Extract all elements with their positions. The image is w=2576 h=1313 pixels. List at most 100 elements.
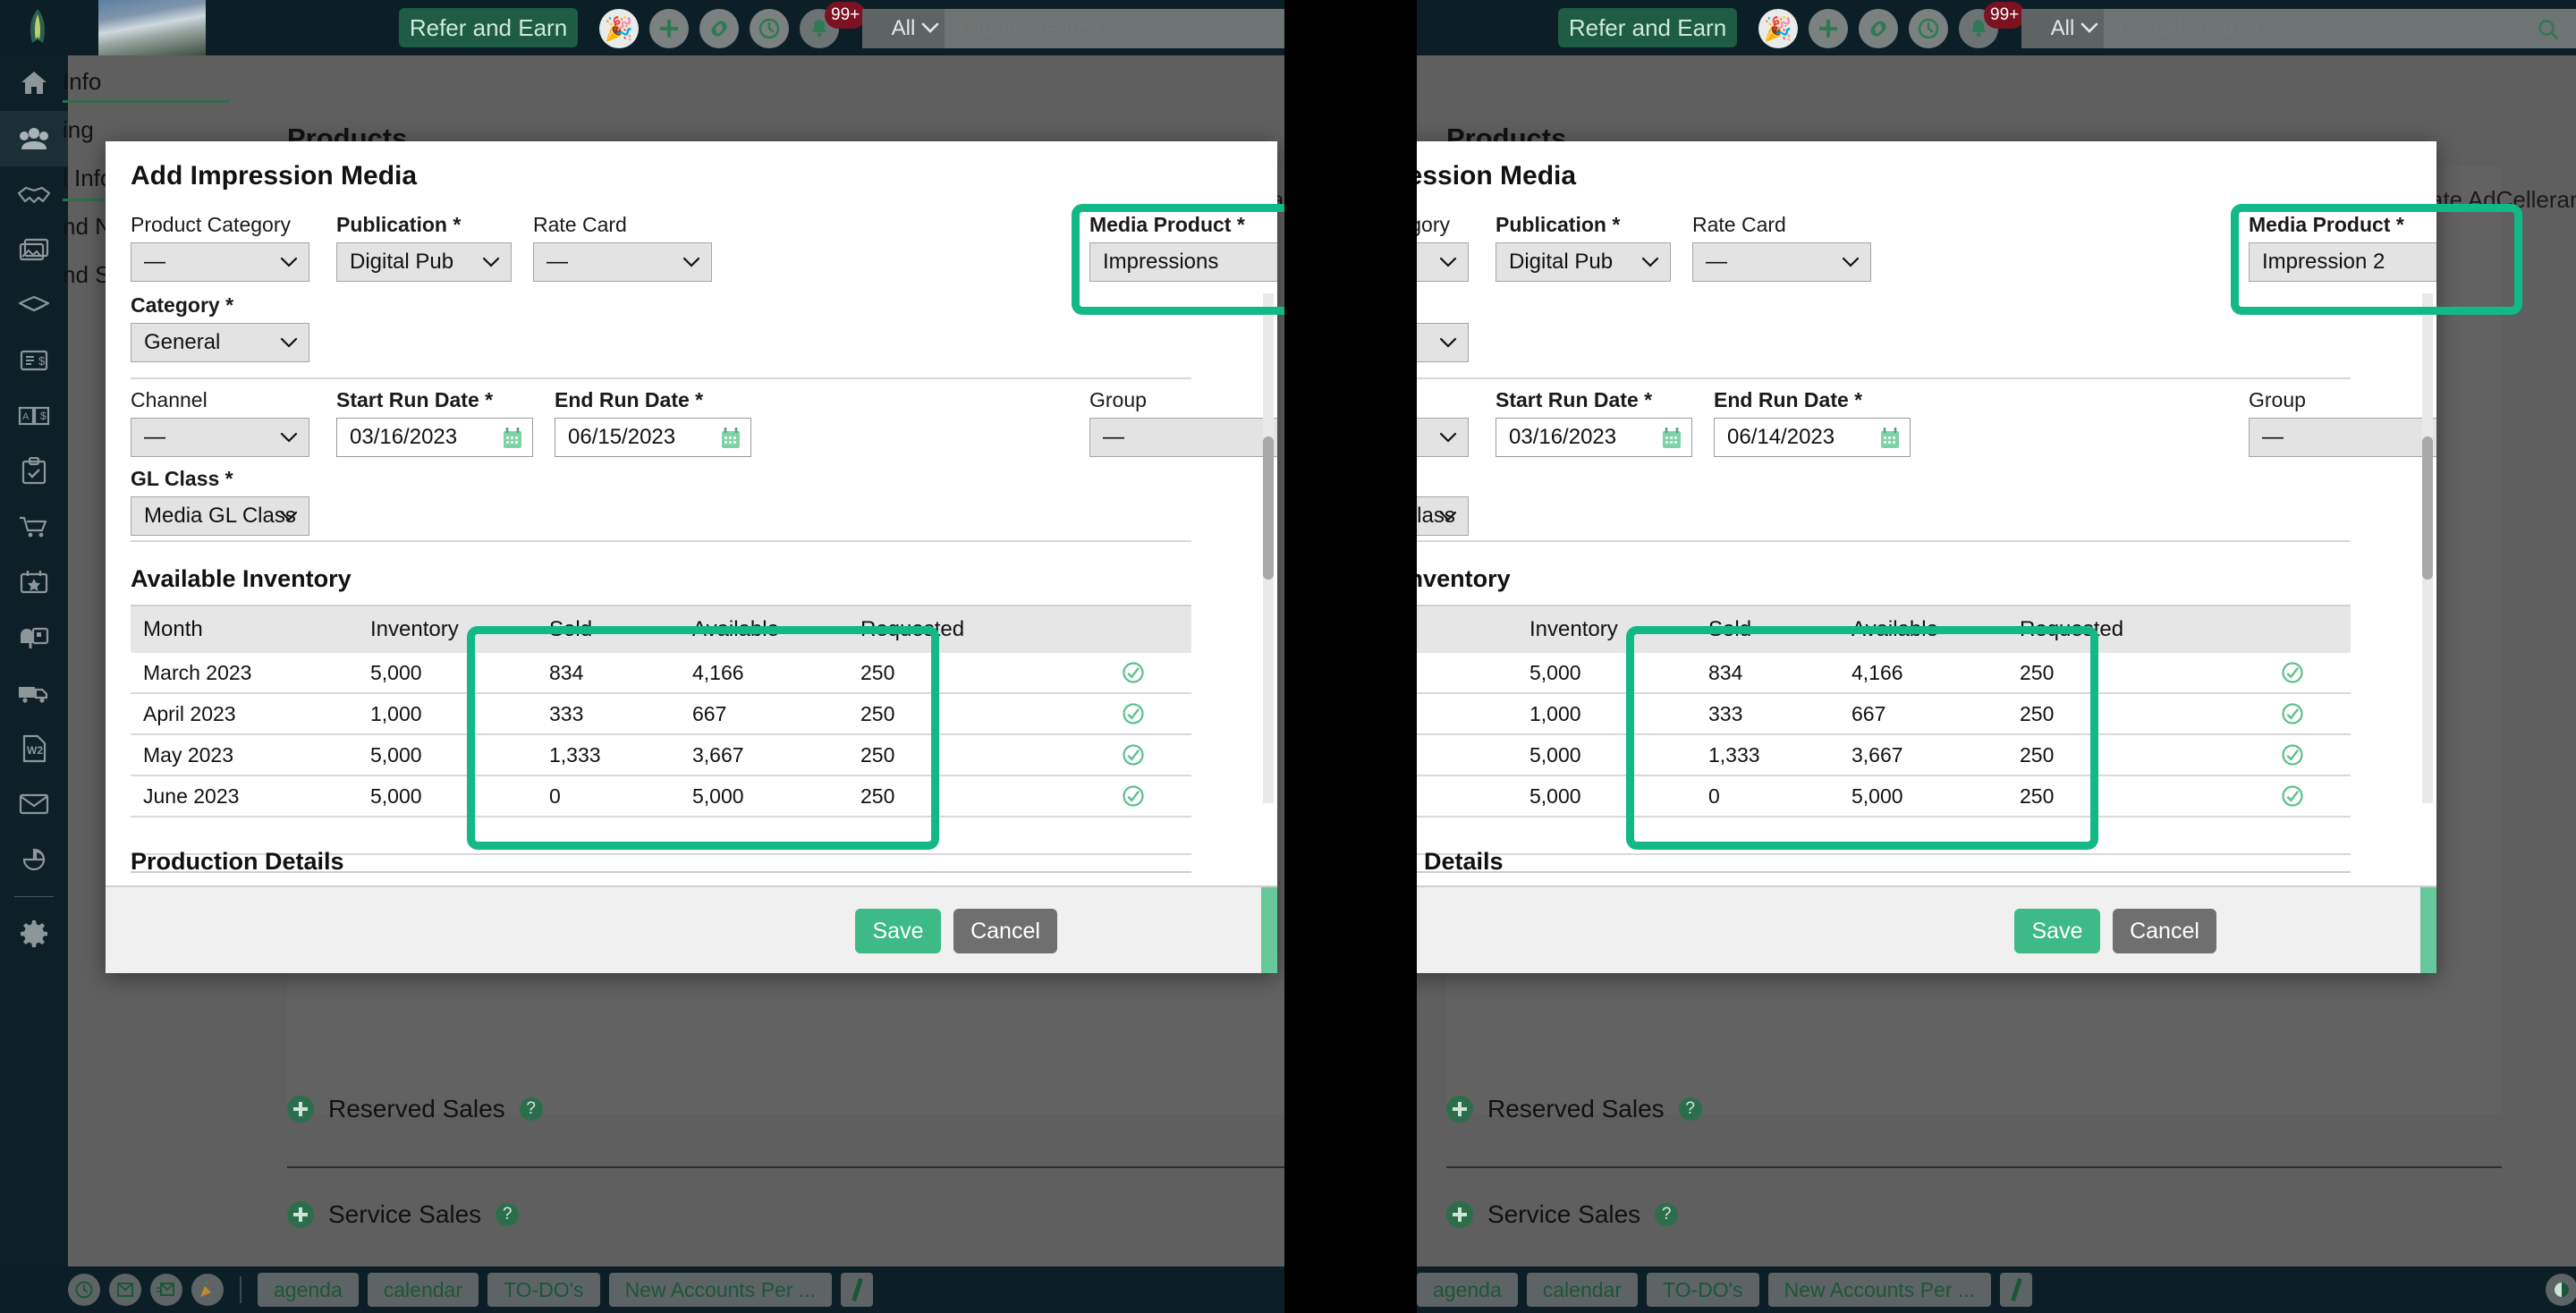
cell-requested[interactable]: 250 <box>2012 702 2281 726</box>
plus-circle-icon[interactable] <box>649 9 689 48</box>
sidebar-item-events[interactable] <box>0 555 68 610</box>
party-icon[interactable] <box>191 1274 224 1306</box>
cell-requested[interactable]: 250 <box>2012 784 2281 809</box>
taskbar-button-todos[interactable]: TO-DO's <box>1646 1273 1759 1307</box>
check-circle-icon[interactable] <box>1122 784 1184 808</box>
group-select[interactable]: — <box>1089 418 1277 457</box>
publication-select[interactable]: Digital Pub <box>336 242 512 282</box>
save-button[interactable]: Save <box>2014 909 2100 953</box>
sidebar-item-deals[interactable] <box>0 166 68 222</box>
taskbar-button-new-accounts[interactable]: New Accounts Per ... <box>608 1273 833 1307</box>
help-icon[interactable]: ? <box>519 1097 543 1121</box>
party-popper-icon[interactable]: 🎉 <box>599 9 639 48</box>
sidebar-item-reports[interactable] <box>0 832 68 887</box>
cell-requested[interactable]: 250 <box>853 702 1122 726</box>
calendar-icon[interactable] <box>1879 427 1901 450</box>
tab-ing[interactable]: ing <box>63 116 94 144</box>
save-button[interactable]: Save <box>855 909 941 953</box>
sidebar-item-tasks[interactable] <box>0 444 68 499</box>
media-product-select[interactable]: Impressions <box>1089 242 1277 282</box>
party-popper-icon[interactable]: 🎉 <box>1758 9 1798 48</box>
cell-requested[interactable]: 250 <box>853 743 1122 767</box>
pencil-slash-icon[interactable] <box>841 1273 874 1307</box>
help-icon[interactable]: ? <box>1655 1203 1679 1226</box>
cell-requested[interactable]: 250 <box>2012 661 2281 685</box>
rate-card-select[interactable]: — <box>1692 242 1871 282</box>
calendar-icon[interactable] <box>502 427 523 450</box>
reserved-sales-section[interactable]: Reserved Sales ? <box>287 1095 543 1123</box>
dialog-scrollbar-thumb[interactable] <box>2422 436 2433 580</box>
sidebar-item-media[interactable] <box>0 222 68 277</box>
sidebar-item-ledger[interactable]: A $ <box>0 388 68 444</box>
cancel-button[interactable]: Cancel <box>2113 909 2216 953</box>
rate-card-select[interactable]: — <box>533 242 712 282</box>
cancel-button[interactable]: Cancel <box>953 909 1057 953</box>
dialog-scrollbar-track[interactable] <box>2422 293 2433 803</box>
sidebar-item-shipping[interactable] <box>0 665 68 721</box>
taskbar-button-calendar[interactable]: calendar <box>367 1273 479 1307</box>
search-icon[interactable] <box>2537 18 2560 41</box>
reserved-sales-section[interactable]: Reserved Sales ? <box>1446 1095 1702 1123</box>
check-circle-icon[interactable] <box>2281 661 2343 684</box>
service-sales-section[interactable]: Service Sales ? <box>287 1200 520 1229</box>
sidebar-item-tickets[interactable] <box>0 277 68 333</box>
outbox-icon[interactable] <box>150 1274 182 1306</box>
notification-count-badge[interactable]: 99+ <box>825 2 867 29</box>
check-circle-icon[interactable] <box>1122 743 1184 767</box>
cell-requested[interactable]: 250 <box>2012 743 2281 767</box>
clock-icon[interactable] <box>68 1274 100 1306</box>
tab-info[interactable]: Info <box>63 68 101 96</box>
check-circle-icon[interactable] <box>2281 702 2343 725</box>
toggle-icon[interactable] <box>2546 1274 2576 1306</box>
start-run-date-input[interactable]: 03/16/2023 <box>336 418 533 457</box>
search-scope-select[interactable]: All <box>2021 9 2104 48</box>
search-input[interactable] <box>959 9 1284 48</box>
sidebar-item-settings[interactable] <box>0 906 68 961</box>
taskbar-button-agenda[interactable]: agenda <box>1417 1273 1518 1307</box>
publication-select[interactable]: Digital Pub <box>1496 242 1671 282</box>
check-circle-icon[interactable] <box>1122 702 1184 725</box>
sidebar-item-mailbox[interactable] <box>0 610 68 665</box>
gl-class-select[interactable]: Media GL Class <box>1417 496 1469 536</box>
product-category-select[interactable]: — <box>1417 242 1469 282</box>
sidebar-item-home[interactable] <box>0 55 68 111</box>
media-product-select[interactable]: Impression 2 <box>2249 242 2436 282</box>
group-select[interactable]: — <box>2249 418 2436 457</box>
end-run-date-input[interactable]: 06/14/2023 <box>1714 418 1911 457</box>
dialog-scrollbar-track[interactable] <box>1263 293 1274 803</box>
category-select[interactable]: General <box>131 323 309 362</box>
refer-and-earn-button[interactable]: Refer and Earn <box>399 8 578 47</box>
service-sales-section[interactable]: Service Sales ? <box>1446 1200 1679 1229</box>
check-circle-icon[interactable] <box>1122 661 1184 684</box>
clock-circle-icon[interactable] <box>750 9 789 48</box>
check-circle-icon[interactable] <box>2281 784 2343 808</box>
search-scope-select[interactable]: All <box>862 9 945 48</box>
dialog-scrollbar-thumb[interactable] <box>1263 436 1274 580</box>
taskbar-button-calendar[interactable]: calendar <box>1526 1273 1638 1307</box>
sidebar-item-orders[interactable] <box>0 499 68 555</box>
link-circle-icon[interactable] <box>699 9 739 48</box>
end-run-date-input[interactable]: 06/15/2023 <box>555 418 751 457</box>
help-icon[interactable]: ? <box>1678 1097 1702 1121</box>
channel-select[interactable]: — <box>131 418 309 457</box>
cell-requested[interactable]: 250 <box>853 661 1122 685</box>
check-circle-icon[interactable] <box>2281 743 2343 767</box>
link-circle-icon[interactable] <box>1859 9 1898 48</box>
notification-count-badge[interactable]: 99+ <box>1984 2 2026 29</box>
sidebar-item-w2[interactable]: W2 <box>0 721 68 776</box>
channel-select[interactable]: — <box>1417 418 1469 457</box>
calendar-icon[interactable] <box>720 427 741 450</box>
pencil-slash-icon[interactable] <box>2000 1273 2033 1307</box>
plus-circle-icon[interactable] <box>1809 9 1848 48</box>
sidebar-item-mail[interactable] <box>0 776 68 832</box>
taskbar-button-new-accounts[interactable]: New Accounts Per ... <box>1767 1273 1992 1307</box>
calendar-icon[interactable] <box>1661 427 1682 450</box>
category-select[interactable]: General <box>1417 323 1469 362</box>
refer-and-earn-button[interactable]: Refer and Earn <box>1558 8 1737 47</box>
inbox-icon[interactable] <box>109 1274 141 1306</box>
clock-circle-icon[interactable] <box>1909 9 1948 48</box>
search-input[interactable] <box>2118 9 2494 48</box>
product-category-select[interactable]: — <box>131 242 309 282</box>
help-icon[interactable]: ? <box>496 1203 520 1226</box>
app-logo-icon[interactable] <box>16 5 59 48</box>
